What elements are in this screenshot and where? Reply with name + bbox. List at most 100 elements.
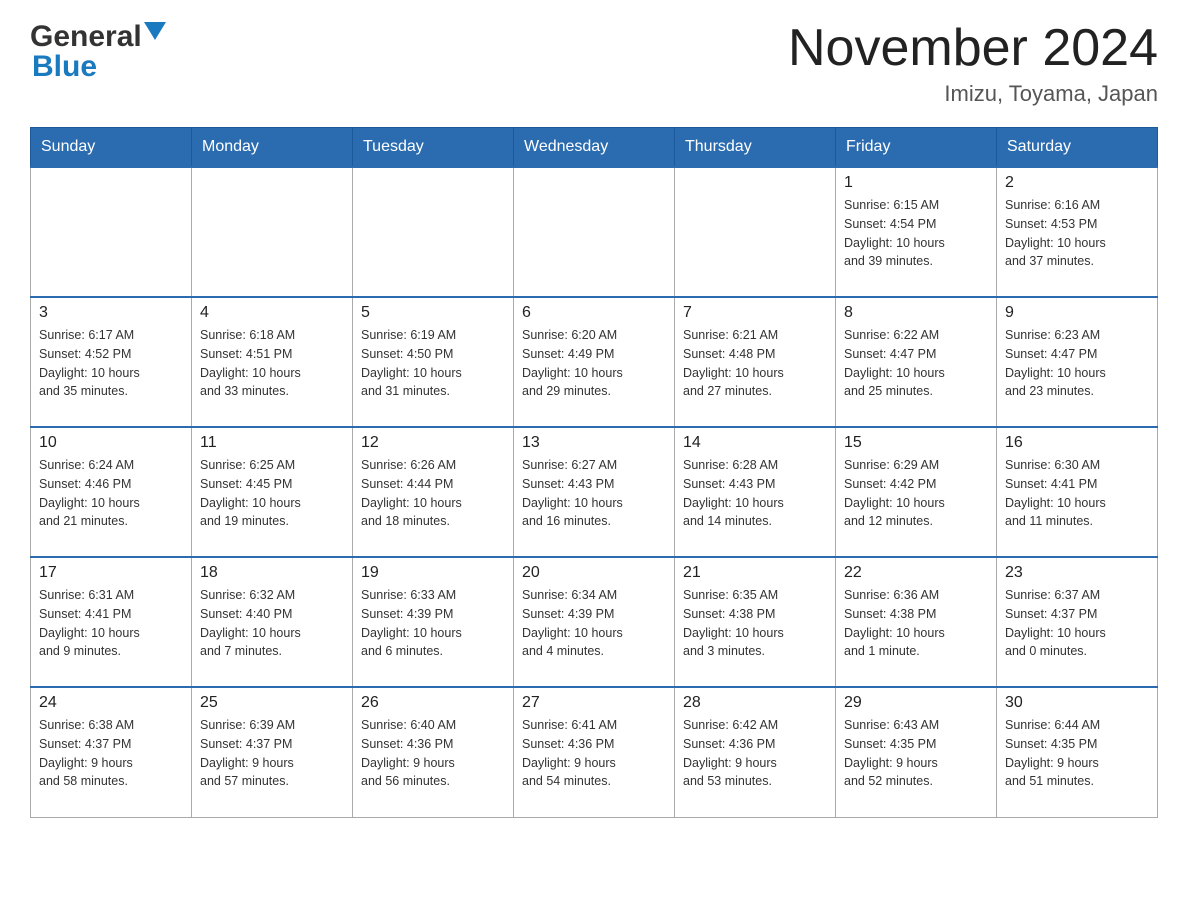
calendar-cell: 24Sunrise: 6:38 AM Sunset: 4:37 PM Dayli… — [31, 687, 192, 817]
day-number: 16 — [1005, 434, 1149, 452]
day-number: 21 — [683, 564, 827, 582]
day-info: Sunrise: 6:25 AM Sunset: 4:45 PM Dayligh… — [200, 456, 344, 531]
calendar-cell — [514, 167, 675, 297]
calendar-cell: 11 Sunrise: 6:25 AM Sunset: 4:45 PM Dayli… — [192, 427, 353, 557]
weekday-header-row: SundayMondayTuesdayWednesdayThursdayFrid… — [31, 128, 1158, 168]
day-info: Sunrise: 6:28 AM Sunset: 4:43 PM Dayligh… — [683, 456, 827, 531]
day-number: 20 — [522, 564, 666, 582]
day-number: 3 — [39, 304, 183, 322]
week-row-2: 3 Sunrise: 6:17 AM Sunset: 4:52 PM Daylig… — [31, 297, 1158, 427]
calendar-cell: 20 Sunrise: 6:34 AM Sunset: 4:39 PM Dayli… — [514, 557, 675, 687]
calendar-cell: 16 Sunrise: 6:30 AM Sunset: 4:41 PM Dayli… — [997, 427, 1158, 557]
weekday-header-monday: Monday — [192, 128, 353, 168]
weekday-header-wednesday: Wednesday — [514, 128, 675, 168]
logo-blue-text: Blue — [32, 50, 97, 83]
logo-triangle-icon — [144, 22, 166, 44]
week-row-1: 1 Sunrise: 6:15 AM Sunset: 4:54 PM Daylig… — [31, 167, 1158, 297]
day-number: 27 — [522, 694, 666, 712]
day-info: Sunrise: 6:44 AM Sunset: 4:35 PM Dayligh… — [1005, 716, 1149, 791]
day-number: 15 — [844, 434, 988, 452]
calendar-cell: 17 Sunrise: 6:31 AM Sunset: 4:41 PM Dayli… — [31, 557, 192, 687]
calendar-cell: 18 Sunrise: 6:32 AM Sunset: 4:40 PM Dayli… — [192, 557, 353, 687]
week-row-4: 17 Sunrise: 6:31 AM Sunset: 4:41 PM Dayli… — [31, 557, 1158, 687]
calendar-cell: 27 Sunrise: 6:41 AM Sunset: 4:36 PM Dayli… — [514, 687, 675, 817]
calendar-cell: 1 Sunrise: 6:15 AM Sunset: 4:54 PM Daylig… — [836, 167, 997, 297]
calendar-cell: 2 Sunrise: 6:16 AM Sunset: 4:53 PM Daylig… — [997, 167, 1158, 297]
day-info: Sunrise: 6:16 AM Sunset: 4:53 PM Dayligh… — [1005, 196, 1149, 271]
calendar-cell: 21 Sunrise: 6:35 AM Sunset: 4:38 PM Dayli… — [675, 557, 836, 687]
weekday-header-friday: Friday — [836, 128, 997, 168]
day-info: Sunrise: 6:17 AM Sunset: 4:52 PM Dayligh… — [39, 326, 183, 401]
day-info: Sunrise: 6:31 AM Sunset: 4:41 PM Dayligh… — [39, 586, 183, 661]
page-header: General Blue November 2024 Imizu, Toyama… — [30, 20, 1158, 107]
day-info: Sunrise: 6:40 AM Sunset: 4:36 PM Dayligh… — [361, 716, 505, 791]
day-number: 11 — [200, 434, 344, 452]
calendar-cell: 28 Sunrise: 6:42 AM Sunset: 4:36 PM Dayli… — [675, 687, 836, 817]
day-info: Sunrise: 6:34 AM Sunset: 4:39 PM Dayligh… — [522, 586, 666, 661]
day-number: 14 — [683, 434, 827, 452]
day-number: 17 — [39, 564, 183, 582]
day-info: Sunrise: 6:27 AM Sunset: 4:43 PM Dayligh… — [522, 456, 666, 531]
day-number: 22 — [844, 564, 988, 582]
day-info: Sunrise: 6:39 AM Sunset: 4:37 PM Dayligh… — [200, 716, 344, 791]
day-number: 4 — [200, 304, 344, 322]
day-info: Sunrise: 6:19 AM Sunset: 4:50 PM Dayligh… — [361, 326, 505, 401]
day-info: Sunrise: 6:38 AM Sunset: 4:37 PM Dayligh… — [39, 716, 183, 791]
title-area: November 2024 Imizu, Toyama, Japan — [788, 20, 1158, 107]
day-number: 28 — [683, 694, 827, 712]
calendar-cell: 5 Sunrise: 6:19 AM Sunset: 4:50 PM Daylig… — [353, 297, 514, 427]
week-row-3: 10 Sunrise: 6:24 AM Sunset: 4:46 PM Dayli… — [31, 427, 1158, 557]
day-info: Sunrise: 6:20 AM Sunset: 4:49 PM Dayligh… — [522, 326, 666, 401]
day-info: Sunrise: 6:23 AM Sunset: 4:47 PM Dayligh… — [1005, 326, 1149, 401]
day-info: Sunrise: 6:29 AM Sunset: 4:42 PM Dayligh… — [844, 456, 988, 531]
day-number: 5 — [361, 304, 505, 322]
day-number: 10 — [39, 434, 183, 452]
day-info: Sunrise: 6:41 AM Sunset: 4:36 PM Dayligh… — [522, 716, 666, 791]
weekday-header-sunday: Sunday — [31, 128, 192, 168]
month-title: November 2024 — [788, 20, 1158, 77]
day-number: 8 — [844, 304, 988, 322]
day-number: 30 — [1005, 694, 1149, 712]
calendar-cell: 6Sunrise: 6:20 AM Sunset: 4:49 PM Daylig… — [514, 297, 675, 427]
day-number: 13 — [522, 434, 666, 452]
day-number: 9 — [1005, 304, 1149, 322]
calendar-cell — [192, 167, 353, 297]
calendar-cell: 13 Sunrise: 6:27 AM Sunset: 4:43 PM Dayli… — [514, 427, 675, 557]
calendar-cell: 29 Sunrise: 6:43 AM Sunset: 4:35 PM Dayli… — [836, 687, 997, 817]
logo-area: General Blue — [30, 20, 166, 84]
calendar-cell: 15 Sunrise: 6:29 AM Sunset: 4:42 PM Dayli… — [836, 427, 997, 557]
day-info: Sunrise: 6:32 AM Sunset: 4:40 PM Dayligh… — [200, 586, 344, 661]
calendar-cell: 4Sunrise: 6:18 AM Sunset: 4:51 PM Daylig… — [192, 297, 353, 427]
weekday-header-saturday: Saturday — [997, 128, 1158, 168]
logo-general-text: General — [30, 20, 142, 54]
day-number: 25 — [200, 694, 344, 712]
day-info: Sunrise: 6:15 AM Sunset: 4:54 PM Dayligh… — [844, 196, 988, 271]
calendar-cell — [675, 167, 836, 297]
calendar-cell: 3 Sunrise: 6:17 AM Sunset: 4:52 PM Daylig… — [31, 297, 192, 427]
calendar-table: SundayMondayTuesdayWednesdayThursdayFrid… — [30, 127, 1158, 818]
day-info: Sunrise: 6:43 AM Sunset: 4:35 PM Dayligh… — [844, 716, 988, 791]
day-number: 2 — [1005, 174, 1149, 192]
weekday-header-thursday: Thursday — [675, 128, 836, 168]
day-info: Sunrise: 6:37 AM Sunset: 4:37 PM Dayligh… — [1005, 586, 1149, 661]
day-number: 12 — [361, 434, 505, 452]
weekday-header-tuesday: Tuesday — [353, 128, 514, 168]
calendar-cell: 10 Sunrise: 6:24 AM Sunset: 4:46 PM Dayli… — [31, 427, 192, 557]
day-number: 19 — [361, 564, 505, 582]
day-info: Sunrise: 6:30 AM Sunset: 4:41 PM Dayligh… — [1005, 456, 1149, 531]
day-info: Sunrise: 6:42 AM Sunset: 4:36 PM Dayligh… — [683, 716, 827, 791]
calendar-cell: 23Sunrise: 6:37 AM Sunset: 4:37 PM Dayli… — [997, 557, 1158, 687]
day-info: Sunrise: 6:22 AM Sunset: 4:47 PM Dayligh… — [844, 326, 988, 401]
calendar-cell: 14 Sunrise: 6:28 AM Sunset: 4:43 PM Dayli… — [675, 427, 836, 557]
calendar-cell: 9 Sunrise: 6:23 AM Sunset: 4:47 PM Daylig… — [997, 297, 1158, 427]
day-number: 29 — [844, 694, 988, 712]
day-number: 18 — [200, 564, 344, 582]
day-info: Sunrise: 6:36 AM Sunset: 4:38 PM Dayligh… — [844, 586, 988, 661]
calendar-cell: 25 Sunrise: 6:39 AM Sunset: 4:37 PM Dayli… — [192, 687, 353, 817]
day-info: Sunrise: 6:33 AM Sunset: 4:39 PM Dayligh… — [361, 586, 505, 661]
calendar-cell — [353, 167, 514, 297]
day-info: Sunrise: 6:26 AM Sunset: 4:44 PM Dayligh… — [361, 456, 505, 531]
day-number: 1 — [844, 174, 988, 192]
day-info: Sunrise: 6:24 AM Sunset: 4:46 PM Dayligh… — [39, 456, 183, 531]
day-info: Sunrise: 6:35 AM Sunset: 4:38 PM Dayligh… — [683, 586, 827, 661]
